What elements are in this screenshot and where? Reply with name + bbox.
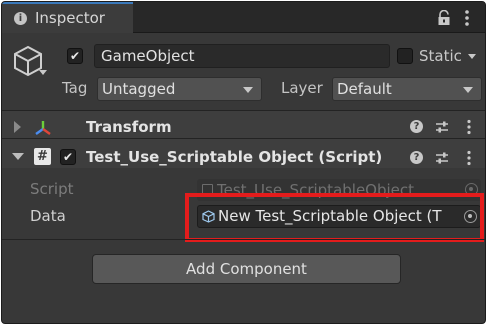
layer-label: Layer xyxy=(281,79,323,97)
transform-title: Transform xyxy=(86,118,172,136)
info-icon: i xyxy=(14,12,27,25)
tag-value: Untagged xyxy=(102,80,176,98)
chevron-down-icon[interactable] xyxy=(468,54,476,59)
script-component-title: Test_Use_Scriptable Object (Script) xyxy=(86,148,383,166)
checkmark-icon: ✔ xyxy=(63,150,74,164)
tag-label: Tag xyxy=(62,79,88,97)
data-field-label: Data xyxy=(30,207,66,225)
lock-icon[interactable] xyxy=(436,10,452,26)
layer-dropdown[interactable]: Default xyxy=(332,77,482,101)
script-field-label: Script xyxy=(30,180,74,198)
chevron-down-icon xyxy=(243,87,253,93)
presets-icon[interactable] xyxy=(435,120,449,134)
help-icon[interactable]: ? xyxy=(410,120,423,133)
highlight-box xyxy=(185,193,484,242)
divider xyxy=(2,239,485,240)
csharp-script-icon: # xyxy=(34,148,51,165)
tab-label: Inspector xyxy=(35,9,105,27)
tab-bar: i Inspector xyxy=(2,2,485,33)
chevron-down-icon[interactable] xyxy=(39,70,47,75)
chevron-down-icon xyxy=(463,87,473,93)
tag-dropdown[interactable]: Untagged xyxy=(97,77,262,101)
foldout-arrow-icon[interactable] xyxy=(14,121,21,133)
static-checkbox[interactable] xyxy=(397,48,413,64)
static-label: Static xyxy=(419,47,462,65)
kebab-menu-icon[interactable] xyxy=(466,150,472,166)
checkmark-icon: ✔ xyxy=(70,49,81,63)
gameobject-name-field[interactable]: GameObject xyxy=(94,44,390,68)
help-icon[interactable]: ? xyxy=(410,151,423,164)
foldout-arrow-icon[interactable] xyxy=(12,153,24,160)
tab-inspector[interactable]: i Inspector xyxy=(2,2,133,33)
kebab-menu-icon[interactable] xyxy=(462,9,472,27)
transform-axes-icon xyxy=(35,121,51,135)
presets-icon[interactable] xyxy=(435,151,449,165)
add-component-button[interactable]: Add Component xyxy=(92,254,401,284)
kebab-menu-icon[interactable] xyxy=(466,119,472,135)
layer-value: Default xyxy=(337,80,392,98)
component-enabled-checkbox[interactable]: ✔ xyxy=(60,149,76,165)
active-checkbox[interactable]: ✔ xyxy=(67,48,83,64)
inspector-window: i Inspector ✔ GameObject Static Tag Unta… xyxy=(1,1,486,324)
